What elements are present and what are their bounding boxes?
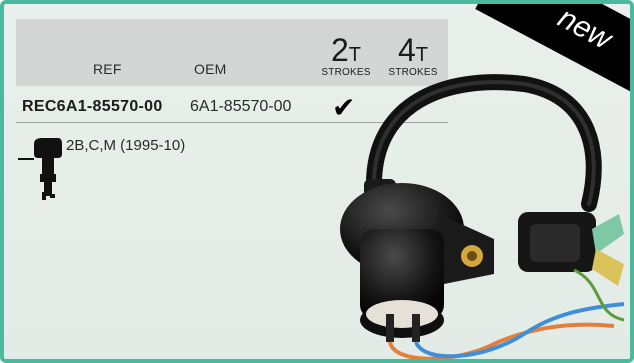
product-card: new REF OEM 2T STROKES 4T STROKES REC6A1… — [0, 0, 634, 363]
two-stroke-unit: T — [348, 44, 361, 66]
ref-column-header: REF — [93, 61, 122, 77]
oem-column-header: OEM — [194, 61, 227, 77]
ignition-coil-image — [334, 64, 630, 359]
outboard-motor-icon — [18, 134, 64, 209]
compatible-models: 2B,C,M (1995-10) — [66, 137, 186, 154]
ref-value: REC6A1-85570-00 — [22, 98, 163, 115]
two-stroke-number: 2 — [330, 32, 349, 68]
four-stroke-unit: T — [415, 44, 428, 66]
four-stroke-number: 4 — [397, 32, 416, 68]
oem-value: 6A1-85570-00 — [190, 98, 292, 115]
